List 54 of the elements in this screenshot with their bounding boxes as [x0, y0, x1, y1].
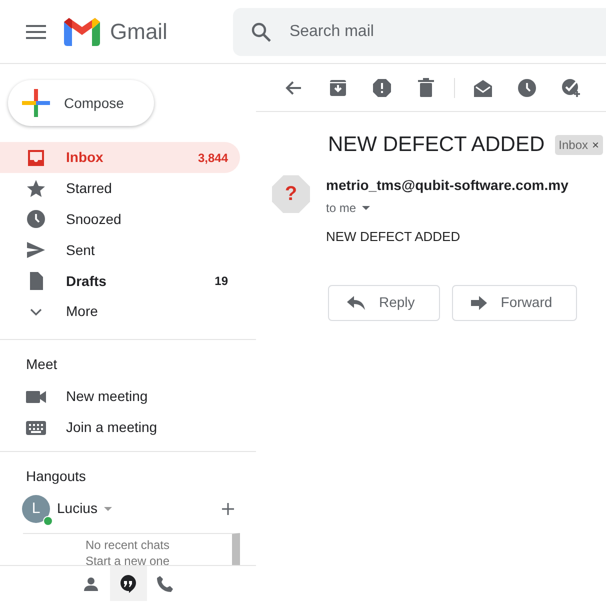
- action-button[interactable]: Reply: [328, 284, 440, 321]
- section-heading: Meet: [25, 355, 58, 374]
- meet-item[interactable]: Join a meeting: [0, 412, 256, 443]
- user-avatar: L: [22, 494, 50, 523]
- nav-item[interactable]: Starred: [0, 173, 240, 204]
- video-camera-icon: [26, 390, 46, 404]
- caret-icon: [362, 206, 370, 210]
- clock-icon: [26, 209, 46, 230]
- keyboard-icon: [26, 420, 46, 435]
- nav-item[interactable]: Inbox 3,844: [0, 142, 240, 174]
- chat-tab[interactable]: [110, 566, 146, 601]
- phone-icon: [157, 576, 173, 592]
- archive-icon: [328, 78, 348, 98]
- recipient-toggle[interactable]: to me: [326, 199, 370, 218]
- nav-item[interactable]: More: [0, 296, 240, 328]
- nav-item[interactable]: Drafts 19: [0, 266, 240, 296]
- search-field[interactable]: Search mail: [233, 8, 606, 56]
- plus-icon: [22, 89, 50, 118]
- unread-count: 3,844: [198, 150, 228, 167]
- user-name[interactable]: Lucius: [57, 498, 112, 520]
- add-icon[interactable]: [222, 502, 234, 515]
- check-plus-icon: [561, 78, 581, 98]
- menu-icon: [26, 24, 46, 38]
- forward-icon: [470, 296, 487, 310]
- open-envelope-icon: [473, 78, 493, 98]
- section-heading: Hangouts: [25, 466, 87, 486]
- unread-count: 19: [214, 273, 228, 290]
- email-body: NEW DEFECT ADDED: [326, 228, 462, 246]
- chevron-down-icon: [30, 308, 42, 316]
- star-icon: [26, 178, 46, 199]
- email-subject: NEW DEFECT ADDED: [328, 132, 545, 158]
- action-button[interactable]: Forward: [452, 284, 578, 321]
- reply-icon: [347, 296, 365, 310]
- nav-item[interactable]: Snoozed: [0, 204, 240, 235]
- inbox-icon: [26, 148, 46, 168]
- empty-message: No recent chats: [84, 536, 171, 553]
- caret-icon: [104, 506, 112, 511]
- app-name: Gmail: [110, 18, 168, 46]
- nav-item[interactable]: Sent: [0, 234, 240, 266]
- sender-address: metrio_tms@qubit-software.com.my: [326, 176, 568, 196]
- compose-button[interactable]: Compose: [8, 80, 154, 126]
- sender-avatar: ?: [272, 175, 310, 214]
- start-chat-link[interactable]: Start a new one: [23, 552, 232, 569]
- remove-label-button[interactable]: ×: [592, 136, 600, 154]
- trash-icon: [416, 78, 436, 98]
- alert-icon: [372, 78, 392, 98]
- clock-icon: [517, 78, 537, 98]
- logo-icon[interactable]: [64, 18, 100, 46]
- search-icon[interactable]: [251, 22, 272, 42]
- send-icon: [26, 240, 46, 260]
- meet-item[interactable]: New meeting: [0, 381, 256, 412]
- person-icon: [84, 576, 98, 590]
- quote-bubble-icon: [120, 574, 136, 592]
- label-chip: Inbox ×: [554, 134, 604, 155]
